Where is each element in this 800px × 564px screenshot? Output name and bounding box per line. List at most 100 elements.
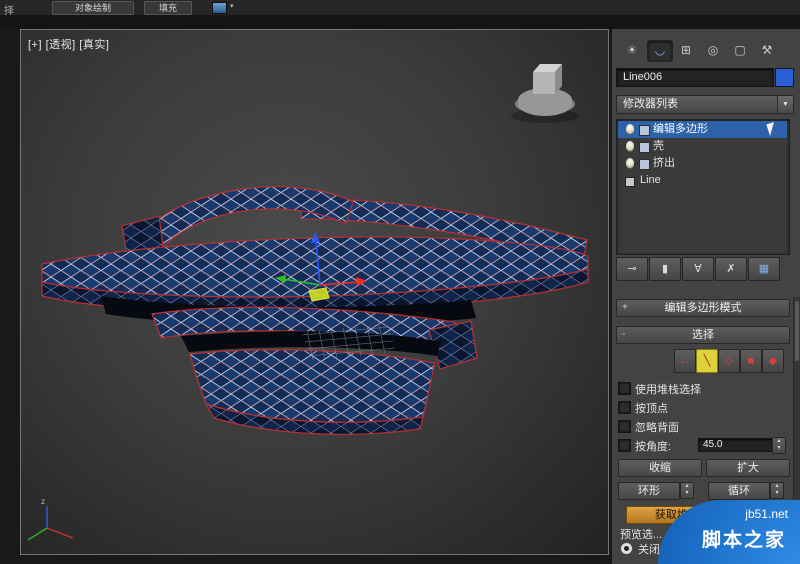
- checkbox-label: 使用堆栈选择: [635, 384, 701, 396]
- perspective-viewport[interactable]: [+] [透视] [真实] z: [20, 29, 609, 555]
- pin-stack-button[interactable]: ⊸: [616, 257, 648, 281]
- by-angle-checkbox[interactable]: [618, 439, 631, 452]
- stack-item-label: 编辑多边形: [653, 123, 708, 135]
- stack-item-label: Line: [640, 174, 661, 186]
- modifier-list-dropdown[interactable]: 修改器列表 ▼: [616, 95, 794, 114]
- preview-selection-label: 预览选...: [620, 529, 663, 541]
- visibility-bulb-icon[interactable]: [626, 124, 634, 134]
- by-vertex-checkbox[interactable]: [618, 401, 631, 414]
- ribbon-collapsed-strip: [0, 15, 800, 29]
- pin-stack-icon: ⊸: [627, 263, 637, 275]
- subobject-border-button[interactable]: ◇: [718, 349, 740, 373]
- ribbon-tab-bar: 择 对象绘制 填充 ▾: [0, 0, 800, 17]
- hierarchy-icon: ⊞: [680, 43, 692, 57]
- mesh-model[interactable]: [41, 186, 589, 435]
- angle-spinner[interactable]: ▴ ▾: [772, 437, 786, 454]
- utilities-icon: ⚒: [761, 43, 773, 57]
- ribbon-tab-object-paint[interactable]: 对象绘制: [52, 1, 134, 15]
- ring-button[interactable]: 环形: [618, 482, 680, 500]
- modify-icon: ◡: [654, 43, 666, 57]
- mouse-cursor-icon: [766, 122, 778, 136]
- chevron-down-icon[interactable]: ▼: [777, 96, 793, 113]
- panel-tab-modify[interactable]: ◡: [647, 40, 673, 62]
- use-stack-selection-checkbox[interactable]: [618, 382, 631, 395]
- command-panel: ☀ ◡ ⊞ ◎ ▢ ⚒ Line006 修改器列表 ▼ 编辑多边形 壳 挤出 L…: [612, 29, 800, 564]
- ribbon-mini-dropdown[interactable]: ▾: [212, 1, 244, 14]
- modifier-icon: [639, 142, 650, 153]
- panel-tab-create[interactable]: ☀: [620, 40, 644, 60]
- vertex-icon: ∴: [681, 355, 689, 367]
- shrink-button[interactable]: 收缩: [618, 459, 702, 477]
- watermark-site-name: 脚本之家: [701, 530, 786, 551]
- modifier-list-label: 修改器列表: [623, 98, 678, 110]
- ribbon-tab-label: 对象绘制: [74, 3, 111, 13]
- rollout-label: 选择: [692, 329, 714, 341]
- display-icon: ▢: [734, 43, 746, 57]
- modifier-icon: [639, 125, 650, 136]
- border-icon: ◇: [724, 355, 734, 367]
- subobject-vertex-button[interactable]: ∴: [674, 349, 696, 373]
- spinner-down-icon[interactable]: ▾: [773, 445, 785, 452]
- object-name-field[interactable]: Line006: [616, 68, 774, 87]
- panel-tab-utilities[interactable]: ⚒: [755, 40, 779, 60]
- preview-off-label: 关闭: [638, 544, 660, 556]
- modifier-icon: [639, 159, 650, 170]
- rollout-selection[interactable]: - 选择: [616, 326, 790, 344]
- polygon-icon: ■: [747, 355, 755, 367]
- stack-item-edit-poly[interactable]: 编辑多边形: [618, 121, 787, 138]
- stack-item-extrude[interactable]: 挤出: [618, 155, 787, 172]
- preview-off-radio[interactable]: [620, 542, 633, 555]
- modifier-stack: 编辑多边形 壳 挤出 Line: [616, 119, 790, 255]
- element-icon: ◆: [768, 355, 778, 367]
- stack-item-shell[interactable]: 壳: [618, 138, 787, 155]
- axis-z-label: z: [41, 497, 45, 506]
- spinner-up-icon[interactable]: ▴: [771, 483, 783, 490]
- ring-spinner[interactable]: ▴ ▾: [680, 482, 694, 499]
- spinner-up-icon[interactable]: ▴: [681, 483, 693, 490]
- loop-spinner[interactable]: ▴ ▾: [770, 482, 784, 499]
- viewport-canvas[interactable]: z: [21, 30, 608, 554]
- subobject-element-button[interactable]: ◆: [762, 349, 784, 373]
- show-end-result-button[interactable]: ▮: [649, 257, 681, 281]
- chevron-down-icon: ▾: [230, 3, 234, 10]
- object-color-swatch[interactable]: [775, 68, 794, 87]
- ribbon-tab-label: 填充: [158, 3, 177, 13]
- configure-modifier-sets-button[interactable]: ▦: [748, 257, 780, 281]
- rollout-label: 编辑多边形模式: [664, 302, 742, 314]
- reference-object[interactable]: [511, 64, 579, 123]
- checkbox-label: 按角度:: [635, 441, 672, 453]
- ignore-backfacing-checkbox[interactable]: [618, 420, 631, 433]
- spinner-up-icon[interactable]: ▴: [773, 438, 785, 445]
- stack-item-line[interactable]: Line: [618, 172, 787, 189]
- spinner-down-icon[interactable]: ▾: [771, 490, 783, 497]
- edge-icon: ╲: [703, 355, 711, 367]
- grow-button[interactable]: 扩大: [706, 459, 790, 477]
- panel-tab-hierarchy[interactable]: ⊞: [674, 40, 698, 60]
- viewport-label[interactable]: [+] [透视] [真实]: [28, 36, 109, 52]
- visibility-bulb-icon[interactable]: [626, 141, 634, 151]
- stack-item-label: 挤出: [653, 157, 675, 169]
- panel-tab-motion[interactable]: ◎: [701, 40, 725, 60]
- checkbox-label: 按顶点: [635, 403, 668, 415]
- motion-icon: ◎: [707, 43, 719, 57]
- make-unique-button[interactable]: ∀: [682, 257, 714, 281]
- subobject-polygon-button[interactable]: ■: [740, 349, 762, 373]
- scrollbar-thumb[interactable]: [795, 301, 799, 361]
- remove-modifier-icon: ✗: [726, 263, 736, 275]
- angle-value-field[interactable]: 45.0: [698, 438, 774, 452]
- stack-item-label: 壳: [653, 140, 664, 152]
- make-unique-icon: ∀: [694, 263, 702, 275]
- rollout-expand-icon: +: [622, 302, 628, 313]
- loop-button[interactable]: 循环: [708, 482, 770, 500]
- base-object-icon: [625, 177, 635, 187]
- subobject-edge-button[interactable]: ╲: [696, 349, 718, 373]
- visibility-bulb-icon[interactable]: [626, 158, 634, 168]
- rollout-edit-poly-mode[interactable]: + 编辑多边形模式: [616, 299, 790, 317]
- spinner-down-icon[interactable]: ▾: [681, 490, 693, 497]
- remove-modifier-button[interactable]: ✗: [715, 257, 747, 281]
- configure-icon: ▦: [758, 263, 770, 275]
- thumbnail-icon: [212, 2, 227, 14]
- ribbon-tab-fill[interactable]: 填充: [144, 1, 192, 15]
- watermark-url: jb51.net: [745, 507, 788, 521]
- panel-tab-display[interactable]: ▢: [728, 40, 752, 60]
